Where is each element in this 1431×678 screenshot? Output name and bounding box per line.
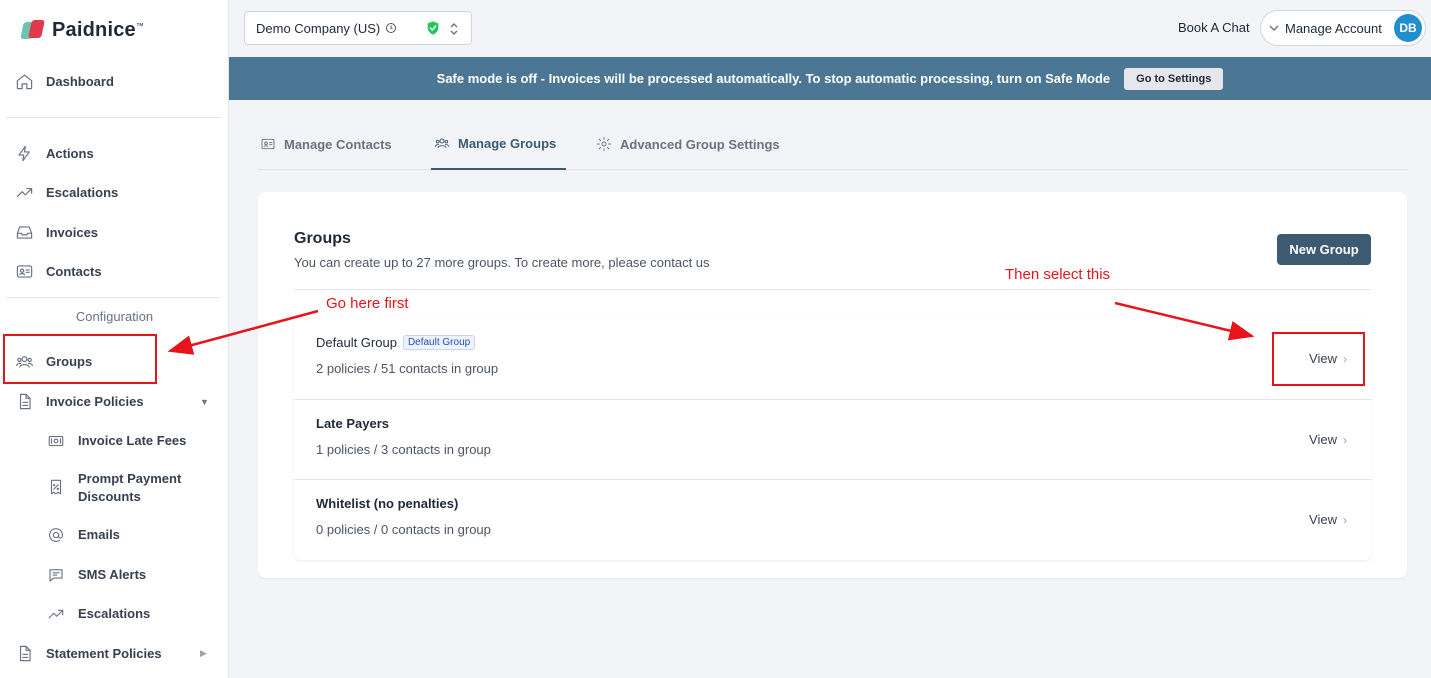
list-item: Whitelist (no penalties) 0 policies / 0 … bbox=[294, 480, 1371, 560]
new-group-button[interactable]: New Group bbox=[1277, 234, 1371, 265]
sidebar-item-invoices[interactable]: Invoices bbox=[14, 220, 98, 244]
sidebar-item-actions[interactable]: Actions bbox=[14, 141, 94, 165]
brand-name: Paidnice™ bbox=[52, 18, 145, 41]
sidebar-item-escalations[interactable]: Escalations bbox=[14, 180, 118, 204]
sidebar-subitem-sms-alerts[interactable]: SMS Alerts bbox=[46, 565, 146, 585]
cash-icon bbox=[46, 431, 66, 451]
sidebar-divider bbox=[6, 297, 221, 298]
chevron-right-icon: › bbox=[1343, 512, 1347, 527]
section-label-configuration: Configuration bbox=[75, 309, 154, 324]
trending-up-icon bbox=[46, 604, 66, 624]
sidebar-divider bbox=[6, 117, 221, 118]
inbox-icon bbox=[14, 222, 34, 242]
document-icon bbox=[14, 391, 34, 411]
group-list: Default Group Default Group 2 policies /… bbox=[294, 319, 1371, 560]
group-meta: 0 policies / 0 contacts in group bbox=[316, 522, 491, 537]
manage-account-button[interactable]: Manage Account DB bbox=[1260, 10, 1426, 46]
company-name: Demo Company (US) bbox=[256, 20, 381, 36]
at-icon bbox=[46, 525, 66, 545]
page-subtitle: You can create up to 27 more groups. To … bbox=[294, 255, 710, 270]
sidebar-subitem-invoice-late-fees[interactable]: Invoice Late Fees bbox=[46, 431, 186, 451]
gear-icon bbox=[596, 136, 612, 152]
tab-manage-groups[interactable]: Manage Groups bbox=[431, 130, 567, 170]
chevron-right-icon: › bbox=[1343, 432, 1347, 447]
trending-up-icon bbox=[14, 182, 34, 202]
sidebar-item-label: Invoice Policies bbox=[46, 393, 144, 409]
banner-text: Safe mode is off - Invoices will be proc… bbox=[436, 71, 1111, 86]
annotation-then-select: Then select this bbox=[1005, 266, 1111, 283]
sidebar-subitem-emails[interactable]: Emails bbox=[46, 525, 120, 545]
sidebar-subitem-prompt-payment-discounts[interactable]: Prompt Payment Discounts bbox=[46, 469, 198, 506]
annotation-go-here-first: Go here first bbox=[326, 295, 409, 312]
chevron-down-icon bbox=[1269, 25, 1279, 31]
view-label: View bbox=[1309, 432, 1337, 447]
go-to-settings-button[interactable]: Go to Settings bbox=[1124, 67, 1224, 90]
list-item: Default Group Default Group 2 policies /… bbox=[294, 319, 1371, 400]
chevron-down-icon[interactable]: ▼ bbox=[200, 397, 209, 407]
view-button[interactable]: View › bbox=[1309, 512, 1347, 527]
card-divider bbox=[294, 289, 1371, 290]
annotation-box-view bbox=[1272, 332, 1365, 386]
sidebar-item-invoice-policies[interactable]: Invoice Policies bbox=[14, 389, 144, 413]
shield-check-icon bbox=[427, 21, 439, 35]
sidebar-item-contacts[interactable]: Contacts bbox=[14, 259, 102, 283]
home-icon bbox=[14, 71, 34, 91]
tab-bar: Manage Contacts Manage Groups Advanced G… bbox=[258, 130, 1408, 170]
sidebar-subitem-label: Prompt Payment Discounts bbox=[78, 471, 182, 504]
sidebar-item-label: Invoices bbox=[46, 224, 99, 240]
id-card-icon bbox=[261, 138, 275, 150]
id-card-icon bbox=[14, 261, 34, 281]
group-name: Default Group Default Group bbox=[316, 335, 476, 350]
list-item: Late Payers 1 policies / 3 contacts in g… bbox=[294, 400, 1371, 480]
tab-label: Manage Groups bbox=[458, 135, 557, 151]
sidebar-item-statement-policies[interactable]: Statement Policies bbox=[14, 641, 162, 665]
sidebar-item-label: Escalations bbox=[46, 184, 119, 200]
sidebar-subitem-escalations[interactable]: Escalations bbox=[46, 604, 150, 624]
group-name: Whitelist (no penalties) bbox=[316, 496, 459, 511]
sidebar-subitem-label: Emails bbox=[78, 527, 120, 542]
brand-logo[interactable]: Paidnice™ bbox=[20, 18, 144, 42]
avatar[interactable]: DB bbox=[1394, 14, 1422, 42]
group-name-text: Default Group bbox=[316, 335, 397, 350]
chevron-right-icon[interactable]: ▶ bbox=[200, 648, 207, 659]
tab-manage-contacts[interactable]: Manage Contacts bbox=[260, 130, 392, 170]
sidebar-subitem-label: SMS Alerts bbox=[78, 567, 147, 582]
page-title: Groups bbox=[294, 230, 351, 247]
sidebar-item-dashboard[interactable]: Dashboard bbox=[14, 69, 114, 93]
group-meta: 2 policies / 51 contacts in group bbox=[316, 361, 499, 376]
safe-mode-banner: Safe mode is off - Invoices will be proc… bbox=[229, 57, 1431, 100]
users-icon bbox=[434, 138, 450, 149]
group-meta: 1 policies / 3 contacts in group bbox=[316, 442, 491, 457]
groups-card: Groups You can create up to 27 more grou… bbox=[258, 192, 1407, 578]
company-selector[interactable]: Demo Company (US) bbox=[244, 11, 472, 45]
sidebar-subitem-label: Invoice Late Fees bbox=[78, 433, 187, 448]
sidebar-item-label: Actions bbox=[46, 145, 94, 161]
sidebar-subitem-label: Escalations bbox=[78, 606, 151, 621]
lightning-icon bbox=[14, 143, 34, 163]
manage-account-label: Manage Account bbox=[1285, 20, 1382, 36]
document-icon bbox=[14, 643, 34, 663]
chat-icon bbox=[46, 565, 66, 585]
receipt-percent-icon bbox=[46, 477, 66, 497]
view-label: View bbox=[1309, 512, 1337, 527]
sidebar-item-label: Dashboard bbox=[46, 73, 114, 89]
tab-advanced-group-settings[interactable]: Advanced Group Settings bbox=[596, 130, 780, 170]
default-group-badge: Default Group bbox=[402, 335, 476, 350]
view-button[interactable]: View › bbox=[1309, 432, 1347, 447]
annotation-box-groups bbox=[3, 334, 157, 384]
chevron-updown-icon bbox=[450, 23, 458, 35]
tab-label: Advanced Group Settings bbox=[620, 136, 780, 152]
clock-icon bbox=[386, 23, 397, 33]
sidebar-item-label: Contacts bbox=[46, 263, 102, 279]
sidebar-item-label: Statement Policies bbox=[46, 645, 162, 661]
group-name: Late Payers bbox=[316, 416, 389, 431]
book-chat-link[interactable]: Book A Chat bbox=[1178, 20, 1250, 35]
tab-label: Manage Contacts bbox=[284, 136, 392, 152]
logo-mark-icon bbox=[20, 18, 46, 42]
